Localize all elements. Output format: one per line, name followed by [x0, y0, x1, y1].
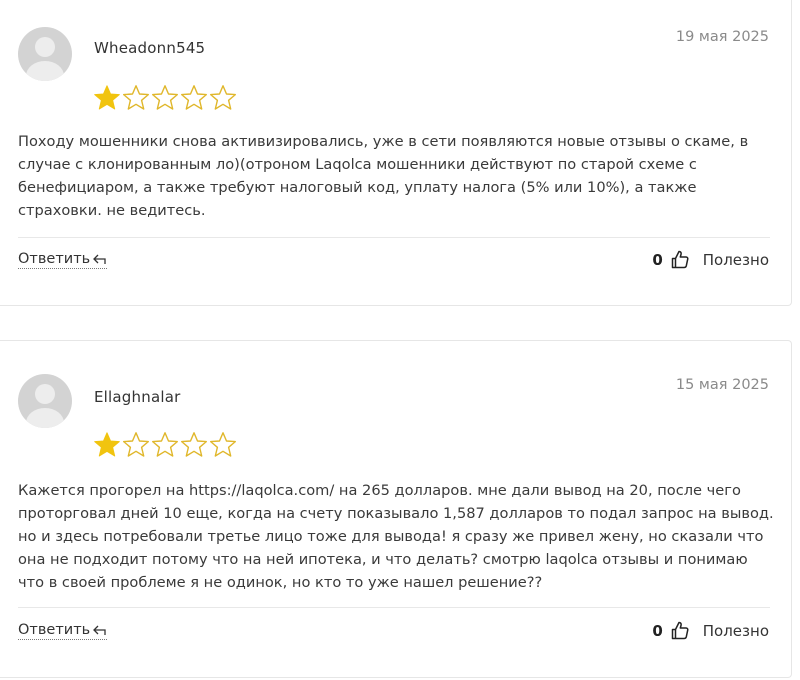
thumbs-up-icon[interactable] — [671, 621, 689, 640]
helpful-count: 0 — [652, 250, 663, 269]
star-empty-icon — [181, 85, 207, 110]
star-filled-icon — [94, 432, 120, 457]
review-text: Походу мошенники снова активизировались,… — [18, 133, 749, 219]
helpful-button[interactable]: Полезно — [703, 251, 769, 269]
reply-button[interactable]: Ответить — [18, 251, 108, 269]
reply-button[interactable]: Ответить — [18, 622, 108, 640]
divider — [18, 607, 770, 608]
star-rating — [93, 431, 237, 459]
star-empty-icon — [181, 432, 207, 457]
star-rating — [93, 84, 237, 112]
thumbs-up-icon[interactable] — [671, 250, 689, 269]
star-filled-icon — [94, 85, 120, 110]
helpful-count: 0 — [652, 621, 663, 640]
star-empty-icon — [123, 85, 149, 110]
reply-label: Ответить — [18, 251, 91, 267]
star-empty-icon — [152, 85, 178, 110]
star-empty-icon — [210, 85, 236, 110]
review-text: Кажется прогорел на https://laqolca.com/… — [18, 482, 774, 591]
helpful-button[interactable]: Полезно — [703, 622, 769, 640]
review-date: 15 мая 2025 — [675, 377, 769, 393]
star-empty-icon — [123, 432, 149, 457]
review-card: Ellaghnalar 15 мая 2025 Кажется прогорел… — [0, 340, 792, 678]
star-empty-icon — [210, 432, 236, 457]
helpful-section: 0 Полезно — [652, 250, 769, 269]
review-author: Wheadonn545 — [94, 39, 206, 57]
review-card: Wheadonn545 19 мая 2025 Походу мошенники… — [0, 0, 792, 306]
review-date: 19 мая 2025 — [675, 29, 769, 45]
review-author: Ellaghnalar — [94, 388, 181, 406]
helpful-section: 0 Полезно — [652, 621, 769, 640]
reply-arrow-icon — [93, 253, 107, 265]
reply-arrow-icon — [93, 624, 107, 636]
avatar — [18, 27, 72, 81]
divider — [18, 237, 770, 238]
reply-label: Ответить — [18, 622, 91, 638]
star-empty-icon — [152, 432, 178, 457]
avatar — [18, 374, 72, 428]
